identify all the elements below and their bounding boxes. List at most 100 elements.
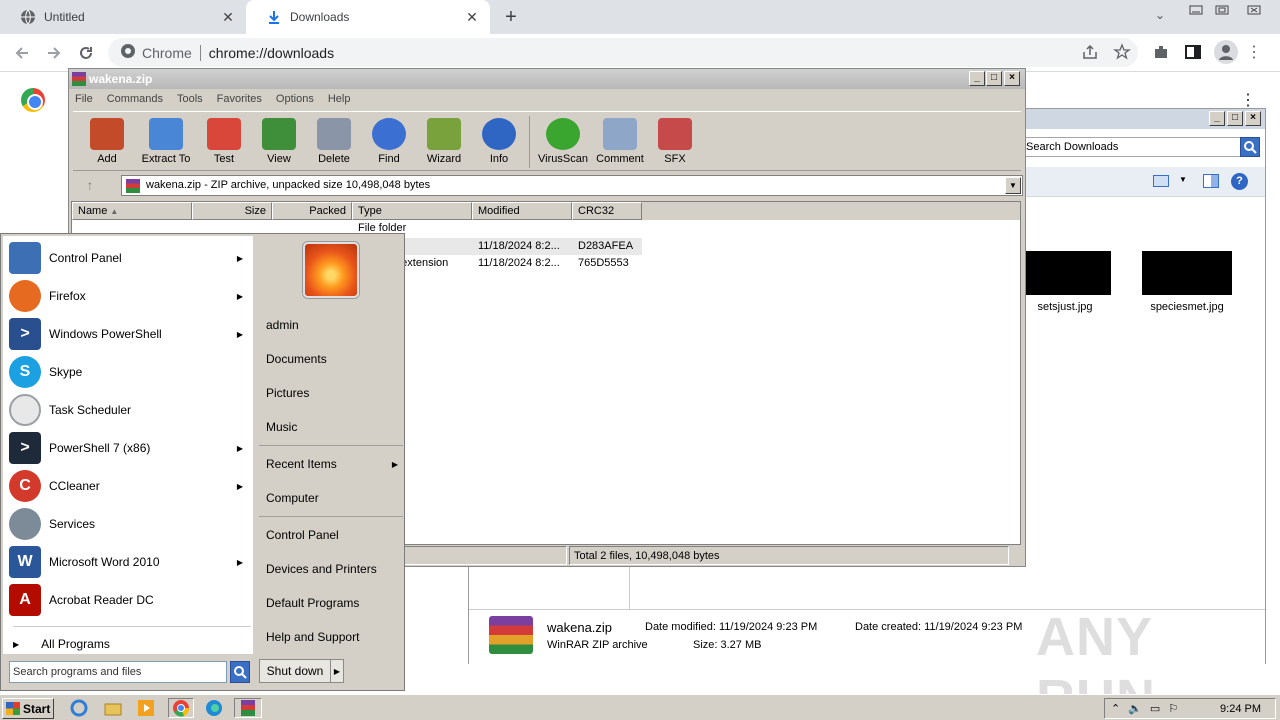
chevron-down-icon[interactable]: ▼ bbox=[1005, 177, 1021, 194]
find-button[interactable]: Find bbox=[361, 118, 417, 165]
winrar-taskbar-icon[interactable] bbox=[234, 698, 262, 718]
program-acrobat[interactable]: A Acrobat Reader DC bbox=[9, 582, 251, 618]
volume-icon[interactable]: 🔈 bbox=[1128, 702, 1142, 715]
info-button[interactable]: Info bbox=[471, 118, 527, 165]
media-player-icon[interactable] bbox=[135, 698, 157, 718]
program-services[interactable]: Services bbox=[9, 506, 251, 542]
program-firefox[interactable]: Firefox ▶ bbox=[9, 278, 251, 314]
menu-file[interactable]: File bbox=[75, 93, 93, 105]
action-center-flag-icon[interactable]: ⚐ bbox=[1168, 702, 1178, 715]
program-powershell7[interactable]: > PowerShell 7 (x86) ▶ bbox=[9, 430, 251, 466]
image-thumbnail[interactable] bbox=[1142, 251, 1232, 295]
program-skype[interactable]: S Skype bbox=[9, 354, 251, 390]
close-window-button[interactable]: × bbox=[1004, 71, 1020, 86]
extract-to-button[interactable]: Extract To bbox=[138, 118, 194, 165]
shutdown-options-button[interactable]: ▶ bbox=[330, 659, 344, 683]
column-modified[interactable]: Modified bbox=[472, 202, 572, 220]
chevron-down-icon[interactable]: ▼ bbox=[1179, 175, 1187, 184]
menu-commands[interactable]: Commands bbox=[107, 93, 163, 105]
edge-icon[interactable] bbox=[203, 698, 225, 718]
column-crc32[interactable]: CRC32 bbox=[572, 202, 642, 220]
file-label[interactable]: speciesmet.jpg bbox=[1132, 301, 1242, 313]
share-icon[interactable] bbox=[1081, 43, 1101, 63]
maximize-button[interactable]: □ bbox=[1227, 111, 1243, 126]
network-icon[interactable]: ▭ bbox=[1150, 702, 1160, 715]
close-window-button[interactable] bbox=[1240, 0, 1268, 20]
back-icon[interactable] bbox=[10, 41, 34, 65]
minimize-button[interactable] bbox=[1182, 0, 1210, 20]
close-window-button[interactable]: × bbox=[1245, 111, 1261, 126]
view-button[interactable]: View bbox=[251, 118, 307, 165]
virusscan-button[interactable]: VirusScan bbox=[535, 118, 591, 165]
search-icon[interactable] bbox=[1240, 137, 1260, 157]
start-search-input[interactable]: Search programs and files bbox=[9, 661, 227, 683]
start-documents[interactable]: Documents bbox=[266, 349, 327, 369]
help-icon[interactable]: ? bbox=[1231, 173, 1248, 190]
delete-button[interactable]: Delete bbox=[306, 118, 362, 165]
minimize-button[interactable]: _ bbox=[1209, 111, 1225, 126]
preview-pane-icon[interactable] bbox=[1203, 174, 1219, 188]
minimize-button[interactable]: _ bbox=[969, 71, 985, 86]
maximize-button[interactable]: □ bbox=[986, 71, 1002, 86]
sfx-button[interactable]: SFX bbox=[647, 118, 703, 165]
program-windows-powershell[interactable]: > Windows PowerShell ▶ bbox=[9, 316, 251, 352]
address-bar[interactable]: Chrome chrome://downloads bbox=[108, 38, 1138, 67]
start-help-support[interactable]: Help and Support bbox=[266, 627, 359, 647]
program-word[interactable]: W Microsoft Word 2010 ▶ bbox=[9, 544, 251, 580]
all-programs-button[interactable]: ▶ All Programs bbox=[13, 634, 251, 654]
test-button[interactable]: Test bbox=[196, 118, 252, 165]
add-button[interactable]: Add bbox=[79, 118, 135, 165]
file-explorer-icon[interactable] bbox=[102, 698, 124, 718]
view-options-icon[interactable] bbox=[1153, 175, 1169, 187]
profile-avatar-icon[interactable] bbox=[1214, 40, 1238, 64]
start-user-admin[interactable]: admin bbox=[266, 315, 299, 335]
chevron-up-icon[interactable]: ⌃ bbox=[1111, 702, 1120, 715]
program-control-panel[interactable]: Control Panel ▶ bbox=[9, 240, 251, 276]
wizard-button[interactable]: Wizard bbox=[416, 118, 472, 165]
up-arrow-icon[interactable]: ↑ bbox=[81, 177, 99, 195]
column-type[interactable]: Type bbox=[352, 202, 472, 220]
bookmark-star-icon[interactable] bbox=[1113, 43, 1133, 63]
column-size[interactable]: Size bbox=[192, 202, 272, 220]
forward-icon[interactable] bbox=[42, 41, 66, 65]
downloads-menu-icon[interactable]: ⋮ bbox=[1240, 90, 1256, 110]
user-avatar[interactable] bbox=[303, 242, 359, 298]
start-default-programs[interactable]: Default Programs bbox=[266, 593, 359, 613]
tab-untitled[interactable]: Untitled ✕ bbox=[0, 0, 246, 34]
start-pictures[interactable]: Pictures bbox=[266, 383, 309, 403]
clock[interactable]: 9:24 PM bbox=[1220, 703, 1261, 715]
program-ccleaner[interactable]: C CCleaner ▶ bbox=[9, 468, 251, 504]
shutdown-button[interactable]: Shut down bbox=[259, 659, 331, 683]
menu-tools[interactable]: Tools bbox=[177, 93, 203, 105]
start-recent-items[interactable]: Recent Items ▶ bbox=[266, 454, 398, 474]
start-devices-printers[interactable]: Devices and Printers bbox=[266, 559, 377, 579]
search-icon[interactable] bbox=[230, 661, 250, 683]
reload-icon[interactable] bbox=[74, 41, 98, 65]
menu-help[interactable]: Help bbox=[328, 93, 351, 105]
new-tab-button[interactable]: + bbox=[500, 6, 522, 28]
comment-button[interactable]: Comment bbox=[592, 118, 648, 165]
column-name[interactable]: Name ▲ bbox=[72, 202, 192, 220]
internet-explorer-icon[interactable] bbox=[68, 698, 90, 718]
start-music[interactable]: Music bbox=[266, 417, 297, 437]
tab-search-icon[interactable]: ⌄ bbox=[1150, 8, 1170, 28]
start-control-panel[interactable]: Control Panel bbox=[266, 525, 339, 545]
close-icon[interactable]: ✕ bbox=[464, 9, 480, 25]
start-button[interactable]: Start bbox=[2, 698, 54, 719]
explorer-search-input[interactable]: Search Downloads bbox=[1023, 137, 1241, 157]
menu-options[interactable]: Options bbox=[276, 93, 314, 105]
chrome-taskbar-icon[interactable] bbox=[168, 698, 194, 718]
start-computer[interactable]: Computer bbox=[266, 488, 319, 508]
side-panel-icon[interactable] bbox=[1184, 43, 1204, 63]
image-thumbnail[interactable] bbox=[1021, 251, 1111, 295]
column-packed[interactable]: Packed bbox=[272, 202, 352, 220]
close-icon[interactable]: ✕ bbox=[220, 9, 236, 25]
program-task-scheduler[interactable]: Task Scheduler bbox=[9, 392, 251, 428]
archive-path-field[interactable]: wakena.zip - ZIP archive, unpacked size … bbox=[121, 175, 1023, 196]
file-label[interactable]: setsjust.jpg bbox=[1010, 301, 1120, 313]
extensions-icon[interactable] bbox=[1152, 43, 1172, 63]
chrome-menu-icon[interactable]: ⋮ bbox=[1246, 42, 1262, 62]
menu-favorites[interactable]: Favorites bbox=[217, 93, 262, 105]
tab-downloads[interactable]: Downloads ✕ bbox=[246, 0, 490, 34]
restore-button[interactable] bbox=[1208, 0, 1236, 20]
